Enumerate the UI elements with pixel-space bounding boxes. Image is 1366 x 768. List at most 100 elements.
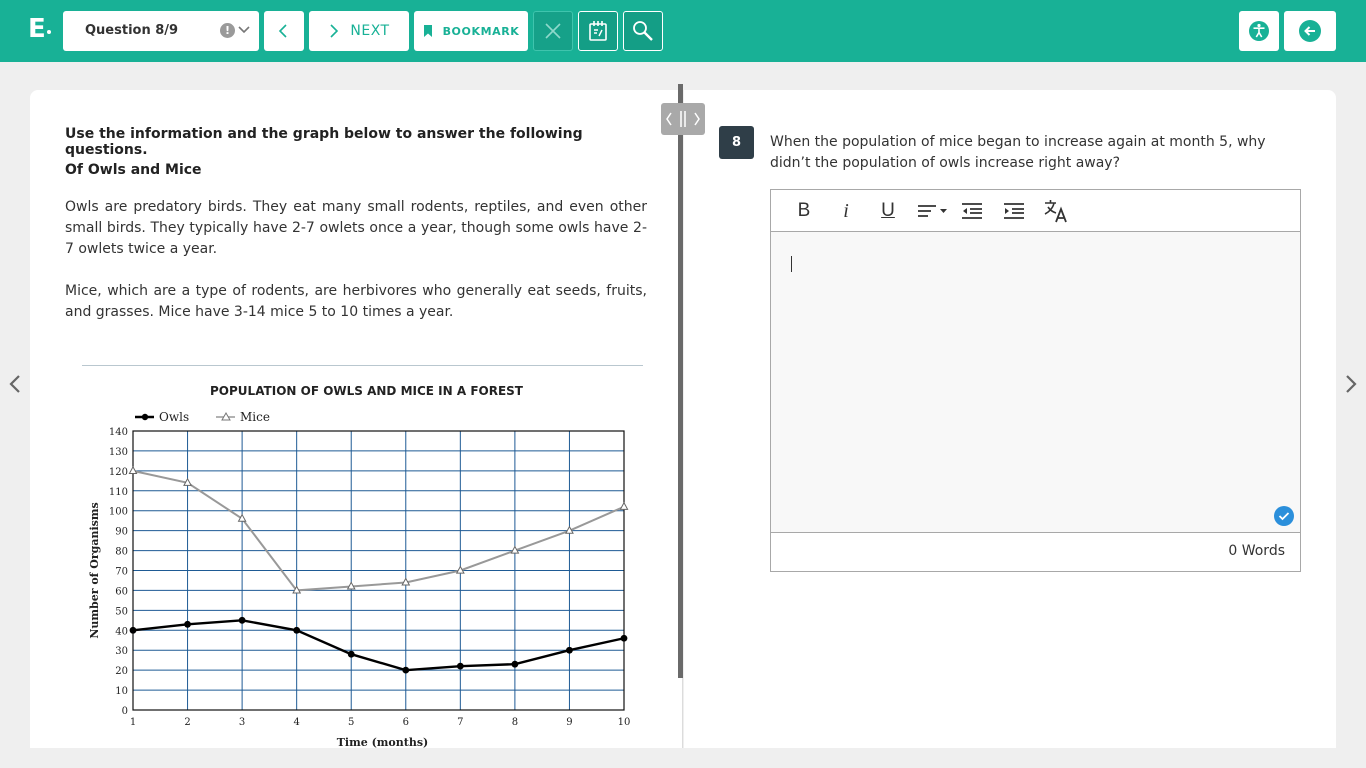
y-tick-label: 120 [109, 467, 128, 478]
logo-letter: E [28, 14, 46, 44]
translate-icon [1044, 200, 1067, 223]
passage-divider [82, 365, 643, 366]
side-previous-arrow[interactable] [8, 374, 22, 398]
resize-arrows-icon [666, 111, 700, 127]
italic-button[interactable]: i [833, 199, 859, 223]
y-tick-label: 140 [109, 427, 128, 438]
data-point-mice [619, 501, 629, 510]
align-left-icon [918, 205, 947, 217]
passage-paragraph: Owls are predatory birds. They eat many … [65, 199, 647, 257]
x-tick-label: 9 [566, 717, 572, 728]
close-icon [545, 23, 561, 39]
y-tick-label: 110 [109, 487, 128, 498]
editor-toolbar: B i U [771, 190, 1300, 232]
outdent-button[interactable] [959, 199, 985, 223]
notepad-icon [589, 21, 607, 41]
y-tick-label: 10 [115, 686, 128, 697]
data-point-owls [566, 646, 573, 654]
chevron-right-icon [330, 24, 339, 38]
x-tick-label: 1 [130, 717, 136, 728]
bookmark-button[interactable]: BOOKMARK [414, 11, 528, 51]
bookmark-icon [423, 25, 432, 37]
x-axis-label: Time (months) [337, 736, 429, 749]
x-tick-label: 6 [403, 717, 409, 728]
data-point-owls [347, 650, 355, 658]
y-tick-label: 100 [109, 507, 128, 518]
notepad-button[interactable] [578, 11, 618, 51]
data-point-owls [293, 626, 301, 634]
outdent-icon [962, 203, 982, 219]
y-tick-label: 80 [115, 547, 128, 558]
chart-title: POPULATION OF OWLS AND MICE IN A FOREST [210, 384, 524, 398]
y-tick-label: 30 [115, 646, 128, 657]
indent-button[interactable] [1001, 199, 1027, 223]
y-tick-label: 70 [115, 567, 128, 578]
legend-label: Mice [240, 410, 270, 424]
previous-button[interactable] [264, 11, 304, 51]
eliminate-answer-button[interactable] [533, 11, 573, 51]
response-textarea[interactable] [771, 232, 1300, 532]
legend-marker [141, 413, 149, 421]
y-tick-label: 90 [115, 527, 128, 538]
accessibility-icon [1249, 21, 1269, 41]
y-tick-label: 0 [122, 706, 128, 717]
search-icon [633, 21, 653, 41]
top-bar: E Question 8/9 ! NEXT BOOKMARK [0, 0, 1366, 62]
data-point-mice [128, 465, 138, 474]
response-editor: B i U 0 Words [770, 189, 1301, 572]
exit-button[interactable] [1284, 11, 1336, 51]
x-tick-label: 10 [618, 717, 631, 728]
passage-title: Of Owls and Mice [65, 162, 202, 178]
passage-instructions: Use the information and the graph below … [65, 126, 583, 158]
side-next-arrow[interactable] [1344, 374, 1358, 398]
data-point-owls [456, 662, 464, 670]
x-tick-label: 8 [512, 717, 518, 728]
data-point-owls [402, 666, 410, 674]
app-logo: E [28, 14, 51, 44]
series-line-owls [132, 619, 625, 672]
passage-paragraph: Mice, which are a type of rodents, are h… [65, 283, 647, 320]
next-button[interactable]: NEXT [309, 11, 409, 51]
y-tick-label: 40 [115, 626, 128, 637]
zoom-button[interactable] [623, 11, 663, 51]
word-count: 0 Words [1228, 543, 1285, 559]
y-axis-label: Number of Organisms [88, 502, 101, 638]
align-dropdown-button[interactable] [915, 199, 951, 223]
data-point-owls [184, 620, 191, 628]
accessibility-button[interactable] [1239, 11, 1279, 51]
checkmark-icon [1278, 512, 1290, 521]
x-tick-label: 7 [457, 717, 463, 728]
exit-arrow-icon [1299, 20, 1321, 42]
population-line-chart: POPULATION OF OWLS AND MICE IN A FOREST 0… [88, 384, 631, 749]
translate-button[interactable] [1043, 199, 1069, 223]
chevron-down-icon [237, 21, 251, 43]
indent-icon [1004, 203, 1024, 219]
y-tick-label: 20 [115, 666, 128, 677]
y-tick-label: 50 [115, 606, 128, 617]
x-tick-label: 3 [239, 717, 245, 728]
spellcheck-icon[interactable] [1274, 506, 1294, 526]
legend-label: Owls [159, 410, 189, 424]
data-point-owls [511, 660, 519, 668]
bold-button[interactable]: B [791, 199, 817, 223]
panel-resize-handle[interactable] [661, 103, 705, 135]
x-tick-label: 4 [293, 717, 299, 728]
passage-scrollbar[interactable] [678, 84, 683, 678]
y-tick-label: 130 [109, 447, 128, 458]
chevron-left-icon [278, 24, 287, 38]
underline-button[interactable]: U [875, 199, 901, 223]
question-selector-label: Question 8/9 [85, 23, 179, 38]
question-selector[interactable]: Question 8/9 ! [63, 11, 259, 51]
bookmark-button-label: BOOKMARK [442, 24, 520, 38]
x-tick-label: 5 [348, 717, 354, 728]
logo-dot [47, 30, 51, 34]
question-number-badge: 8 [719, 126, 754, 159]
data-point-owls [620, 634, 628, 642]
warning-icon: ! [220, 23, 235, 38]
data-point-owls [129, 626, 137, 634]
question-text: When the population of mice began to inc… [770, 134, 1266, 171]
word-count-bar: 0 Words [771, 532, 1300, 571]
text-caret [791, 256, 792, 272]
chevron-left-icon [9, 375, 20, 393]
y-tick-label: 60 [115, 586, 128, 597]
